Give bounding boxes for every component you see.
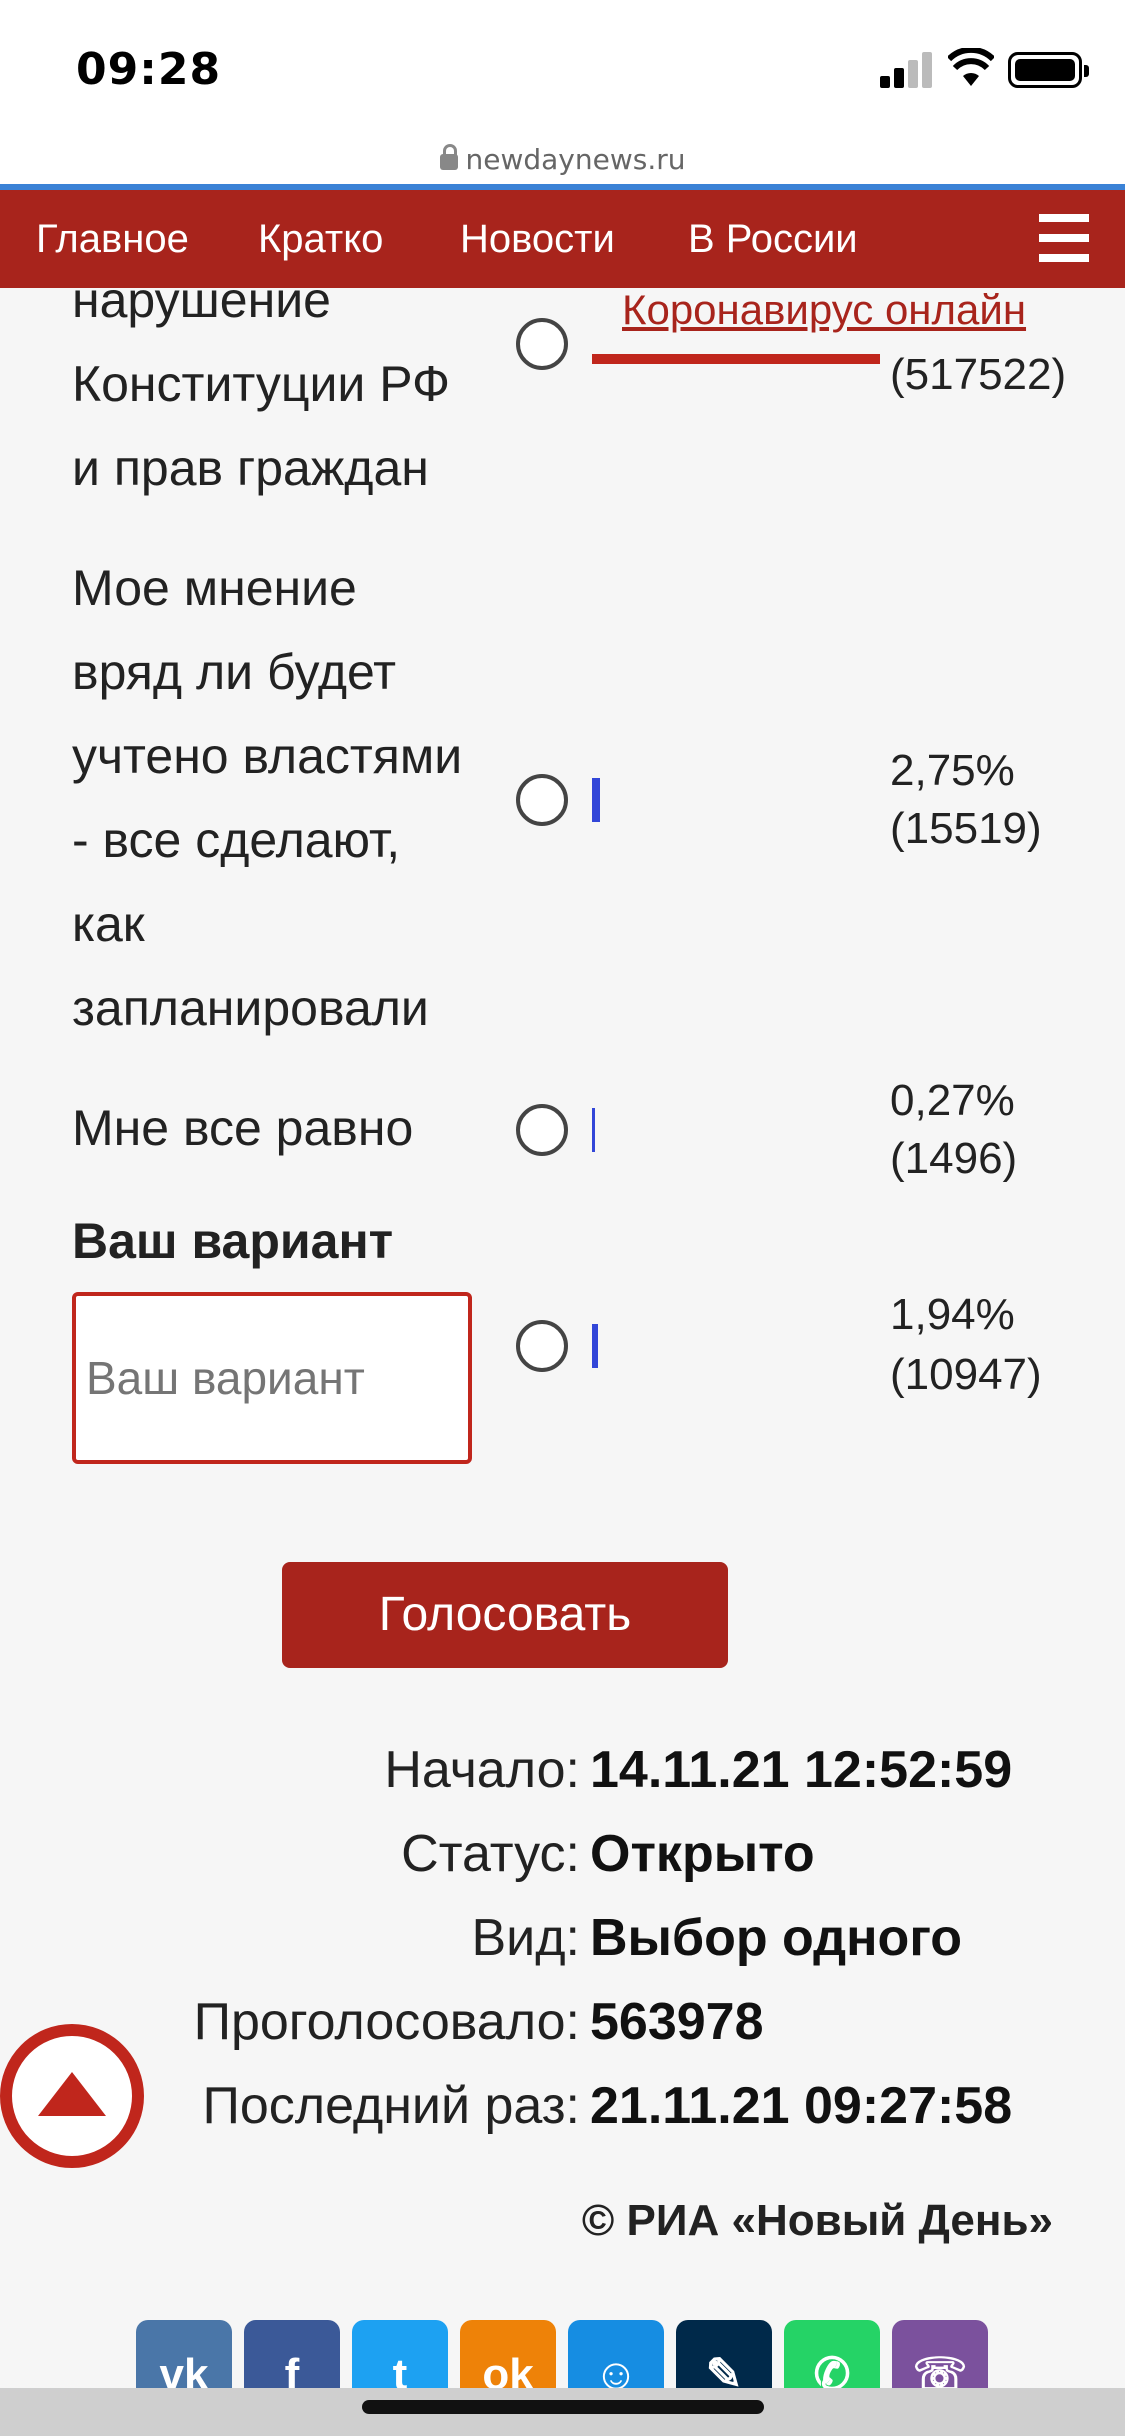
- vote-button[interactable]: Голосовать: [282, 1562, 728, 1668]
- status-time: 09:28: [76, 44, 222, 95]
- poll-option-count: (10947): [890, 1350, 1042, 1399]
- cellular-signal-icon: [880, 52, 932, 88]
- your-option-input[interactable]: [72, 1292, 472, 1464]
- option-line: Конституции РФ: [72, 356, 451, 412]
- poll-result-bar: [592, 778, 600, 822]
- menu-hamburger-icon[interactable]: [1039, 214, 1089, 264]
- scroll-to-top-icon[interactable]: [0, 2024, 144, 2168]
- poll-option-percent: 2,75%: [890, 746, 1015, 795]
- url-text: newdaynews.ru: [465, 143, 686, 176]
- poll-option-count: (1496): [890, 1134, 1018, 1183]
- poll-info-start: Начало: 14.11.21 12:52:59: [0, 1728, 1125, 1812]
- option-line: запланировали: [72, 980, 429, 1036]
- info-label: Вид:: [471, 1909, 580, 1967]
- home-indicator[interactable]: [362, 2400, 764, 2414]
- nav-item-russia[interactable]: В России: [688, 190, 858, 288]
- option-line: Мне все равно: [72, 1100, 414, 1156]
- option-line: Мое мнение: [72, 560, 357, 616]
- poll-result-bar: [592, 1108, 595, 1152]
- info-label: Статус:: [401, 1825, 580, 1883]
- coronavirus-online-link[interactable]: Коронавирус онлайн: [622, 286, 1026, 334]
- poll-option-label: нарушение Конституции РФ и прав граждан: [72, 258, 472, 510]
- poll-option-radio[interactable]: [516, 1104, 568, 1156]
- your-option-title: Ваш вариант: [72, 1213, 394, 1269]
- option-line: как: [72, 896, 145, 952]
- nav-item-news[interactable]: Новости: [460, 190, 615, 288]
- lock-icon: [439, 144, 458, 170]
- option-line: вряд ли будет: [72, 644, 397, 700]
- status-bar: 09:28: [0, 0, 1125, 140]
- poll-option-radio[interactable]: [516, 774, 568, 826]
- copyright: © РИА «Новый День»: [581, 2196, 1053, 2245]
- info-label: Начало:: [384, 1741, 580, 1799]
- poll-info-last: Последний раз: 21.11.21 09:27:58: [0, 2064, 1125, 2148]
- nav-item-main[interactable]: Главное: [36, 190, 189, 288]
- nav-item-brief[interactable]: Кратко: [258, 190, 383, 288]
- top-navigation: Главное Кратко Новости В России: [0, 190, 1125, 288]
- poll-option-percent: 1,94%: [890, 1290, 1015, 1339]
- coronavirus-link-underline: [592, 354, 880, 364]
- option-line: и прав граждан: [72, 440, 429, 496]
- option-line: учтено властями: [72, 728, 463, 784]
- poll-option-count: (15519): [890, 804, 1042, 853]
- option-line: - все сделают,: [72, 812, 401, 868]
- poll-option-count: (517522): [890, 350, 1067, 399]
- poll-info-status: Статус: Открыто: [0, 1812, 1125, 1896]
- poll-info-type: Вид: Выбор одного: [0, 1896, 1125, 1980]
- info-value: Выбор одного: [590, 1909, 963, 1967]
- info-value: Открыто: [590, 1825, 815, 1883]
- poll-option-percent: 0,27%: [890, 1076, 1015, 1125]
- poll-option-label: Мое мнение вряд ли будет учтено властями…: [72, 546, 472, 1050]
- poll-option-radio[interactable]: [516, 318, 568, 370]
- info-label: Проголосовало:: [193, 1993, 580, 2051]
- poll-result-bar: [592, 1324, 598, 1368]
- poll-option-radio[interactable]: [516, 1320, 568, 1372]
- info-value: 14.11.21 12:52:59: [590, 1741, 1013, 1799]
- poll-info-voted: Проголосовало: 563978: [0, 1980, 1125, 2064]
- poll-option-label: Мне все равно: [72, 1086, 472, 1170]
- address-bar[interactable]: newdaynews.ru: [0, 140, 1125, 186]
- wifi-icon: [948, 48, 994, 86]
- info-value: 563978: [590, 1993, 764, 2051]
- battery-icon: [1008, 52, 1089, 88]
- info-value: 21.11.21 09:27:58: [590, 2077, 1013, 2135]
- info-label: Последний раз:: [202, 2077, 580, 2135]
